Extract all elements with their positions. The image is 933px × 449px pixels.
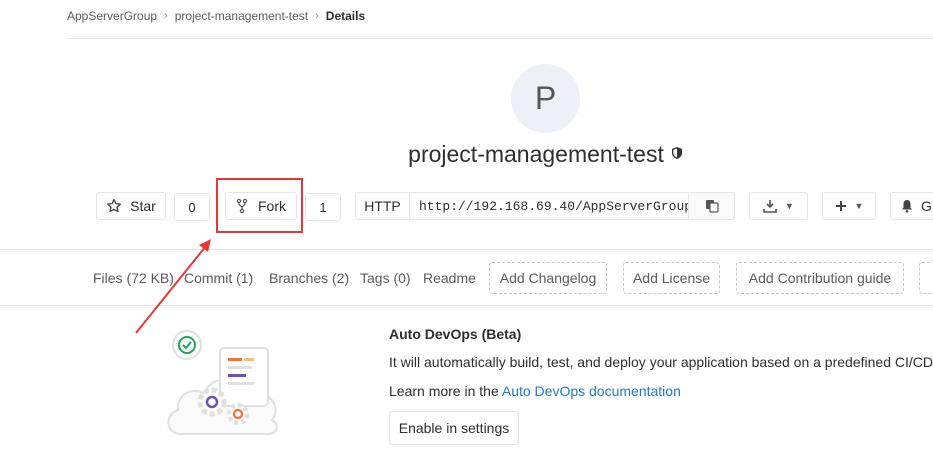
annotation-arrow [135, 239, 211, 334]
